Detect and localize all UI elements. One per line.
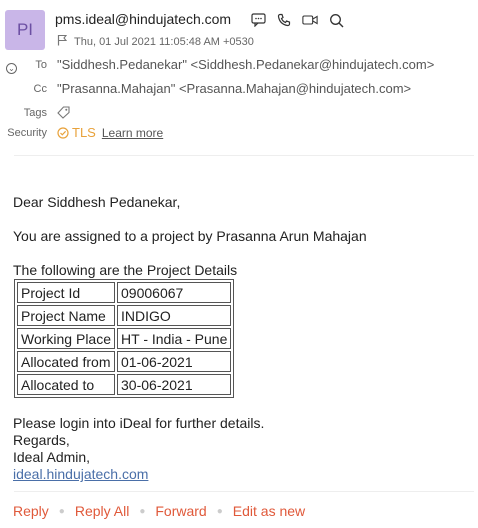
flag-icon[interactable] — [57, 34, 68, 49]
learn-more-link[interactable]: Learn more — [102, 126, 163, 140]
reply-all-button[interactable]: Reply All — [75, 503, 129, 519]
email-header: PI pms.ideal@hindujatech.com Thu, 01 Jul… — [0, 0, 478, 160]
chat-icon[interactable] — [250, 12, 266, 28]
tag-icon[interactable] — [57, 106, 70, 122]
footer-divider — [14, 491, 474, 492]
detail-value: INDIGO — [117, 305, 232, 326]
to-label: To — [35, 59, 47, 71]
security-label: Security — [7, 127, 47, 139]
detail-value: HT - India - Pune — [117, 328, 232, 349]
detail-value: 09006067 — [117, 282, 232, 303]
table-row: Project Id 09006067 — [17, 282, 232, 303]
forward-button[interactable]: Forward — [155, 503, 206, 519]
assigned-text: You are assigned to a project by Prasann… — [13, 228, 367, 244]
table-row: Project Name INDIGO — [17, 305, 232, 326]
greeting: Dear Siddhesh Pedanekar, — [13, 194, 181, 210]
detail-value: 30-06-2021 — [117, 374, 232, 395]
separator-dot: ● — [139, 505, 146, 517]
project-details-table: Project Id 09006067 Project Name INDIGO … — [14, 279, 235, 398]
edit-as-new-button[interactable]: Edit as new — [233, 503, 305, 519]
table-row: Working Place HT - India - Pune — [17, 328, 232, 349]
video-icon[interactable] — [302, 12, 318, 28]
action-bar: Reply ● Reply All ● Forward ● Edit as ne… — [13, 503, 305, 519]
signature: Ideal Admin, — [13, 449, 91, 465]
ideal-link[interactable]: ideal.hindujatech.com — [13, 466, 148, 482]
tls-label: TLS — [72, 125, 96, 140]
detail-key: Allocated from — [17, 351, 116, 372]
table-row: Allocated from 01-06-2021 — [17, 351, 232, 372]
sender-address[interactable]: pms.ideal@hindujatech.com — [55, 11, 231, 27]
regards: Regards, — [13, 432, 70, 448]
security-value: TLS Learn more — [57, 125, 163, 140]
separator-dot: ● — [58, 505, 65, 517]
login-instruction: Please login into iDeal for further deta… — [13, 415, 265, 431]
header-divider — [14, 155, 474, 156]
detail-value: 01-06-2021 — [117, 351, 232, 372]
details-intro: The following are the Project Details — [13, 262, 238, 278]
tls-check-icon — [57, 126, 69, 139]
email-date: Thu, 01 Jul 2021 11:05:48 AM +0530 — [74, 35, 254, 48]
tags-label: Tags — [23, 107, 47, 119]
cc-label: Cc — [33, 83, 47, 95]
detail-key: Allocated to — [17, 374, 116, 395]
date-row: Thu, 01 Jul 2021 11:05:48 AM +0530 — [57, 34, 254, 49]
detail-key: Project Name — [17, 305, 116, 326]
separator-dot: ● — [216, 505, 223, 517]
expand-details-icon[interactable]: ⌄ — [6, 63, 17, 74]
detail-key: Working Place — [17, 328, 116, 349]
header-actions — [250, 12, 344, 28]
to-recipient[interactable]: "Siddhesh.Pedanekar" <Siddhesh.Pedanekar… — [57, 57, 434, 72]
phone-icon[interactable] — [276, 12, 292, 28]
detail-key: Project Id — [17, 282, 116, 303]
reply-button[interactable]: Reply — [13, 503, 49, 519]
cc-recipient[interactable]: "Prasanna.Mahajan" <Prasanna.Mahajan@hin… — [57, 81, 411, 96]
avatar: PI — [5, 10, 45, 50]
search-icon[interactable] — [328, 12, 344, 28]
table-row: Allocated to 30-06-2021 — [17, 374, 232, 395]
